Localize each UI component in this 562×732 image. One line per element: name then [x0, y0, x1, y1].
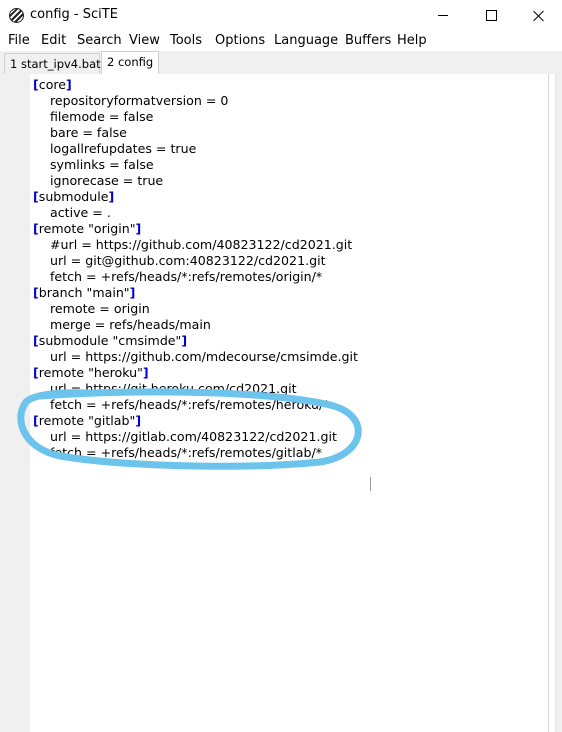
section-name: submodule	[38, 189, 109, 204]
config-entry-line: fetch = +refs/heads/*:refs/remotes/origi…	[50, 269, 323, 284]
section-name: branch "main"	[38, 285, 130, 300]
config-entry-line: symlinks = false	[50, 157, 154, 172]
config-entry-line: ignorecase = true	[50, 173, 164, 188]
editor-margin	[0, 74, 30, 732]
close-button[interactable]	[516, 0, 562, 31]
minimize-icon	[438, 15, 448, 16]
menu-search[interactable]: Search	[77, 33, 122, 48]
section-header-line: [remote "origin"]	[33, 221, 358, 237]
config-entry-line: active = .	[50, 205, 111, 220]
section-name: core	[38, 77, 67, 92]
section-header-line: [submodule "cmsimde"]	[33, 333, 358, 349]
tab-start-ipv4[interactable]: 1 start_ipv4.bat	[4, 53, 101, 74]
config-entry-line: fetch = +refs/heads/*:refs/remotes/herok…	[50, 397, 330, 412]
edge-column-line	[548, 74, 549, 732]
section-header-line: [submodule]	[33, 189, 358, 205]
window-title: config - SciTE	[30, 7, 118, 22]
config-entry-line: remote = origin	[50, 301, 150, 316]
config-entry-line: url = https://github.com/mdecourse/cmsim…	[50, 349, 358, 364]
section-header-line: [branch "main"]	[33, 285, 358, 301]
section-header-line: [remote "gitlab"]	[33, 413, 358, 429]
section-name: remote "origin"	[38, 221, 136, 236]
scite-icon	[9, 8, 24, 23]
config-entry-line: filemode = false	[50, 109, 154, 124]
menu-edit[interactable]: Edit	[41, 33, 66, 48]
section-name: remote "gitlab"	[38, 413, 136, 428]
close-bracket: ]	[142, 365, 149, 380]
menu-options[interactable]: Options	[215, 33, 265, 48]
text-cursor-icon	[370, 477, 371, 491]
close-bracket: ]	[108, 189, 115, 204]
maximize-icon	[485, 10, 497, 21]
close-bracket: ]	[66, 77, 72, 92]
config-entry-line: repositoryformatversion = 0	[50, 93, 229, 108]
maximize-button[interactable]	[468, 0, 514, 31]
section-name: remote "heroku"	[38, 365, 143, 380]
config-entry-line: #url = https://github.com/40823122/cd202…	[50, 237, 353, 252]
menu-help[interactable]: Help	[397, 33, 427, 48]
config-entry-line: fetch = +refs/heads/*:refs/remotes/gitla…	[50, 445, 322, 460]
tab-bar: 1 start_ipv4.bat 2 config	[0, 51, 562, 75]
vertical-scrollbar[interactable]	[555, 74, 562, 732]
config-entry-line: url = https://git.heroku.com/cd2021.git	[50, 381, 297, 396]
tab-config[interactable]: 2 config	[101, 51, 159, 75]
section-header-line: [remote "heroku"]	[33, 365, 358, 381]
close-icon	[533, 10, 545, 22]
section-name: submodule "cmsimde"	[38, 333, 182, 348]
section-header-line: [core]	[33, 77, 358, 93]
menu-language[interactable]: Language	[274, 33, 338, 48]
config-entry-line: merge = refs/heads/main	[50, 317, 211, 332]
menu-bar: File Edit Search View Tools Options Lang…	[0, 31, 562, 51]
close-bracket: ]	[129, 285, 136, 300]
config-entry-line: url = git@github.com:40823122/cd2021.git	[50, 253, 326, 268]
close-bracket: ]	[135, 221, 142, 236]
menu-tools[interactable]: Tools	[170, 33, 202, 48]
config-entry-line: logallrefupdates = true	[50, 141, 197, 156]
close-bracket: ]	[181, 333, 188, 348]
code-text[interactable]: [core] repositoryformatversion = 0 filemod…	[33, 77, 358, 461]
editor-pane[interactable]: [core] repositoryformatversion = 0 filemod…	[0, 74, 562, 732]
menu-buffers[interactable]: Buffers	[345, 33, 391, 48]
config-entry-line: url = https://gitlab.com/40823122/cd2021…	[50, 429, 337, 444]
menu-view[interactable]: View	[129, 33, 160, 48]
minimize-button[interactable]	[420, 0, 466, 31]
menu-file[interactable]: File	[8, 33, 30, 48]
title-bar: config - SciTE	[0, 0, 562, 31]
config-entry-line: bare = false	[50, 125, 127, 140]
close-bracket: ]	[135, 413, 142, 428]
